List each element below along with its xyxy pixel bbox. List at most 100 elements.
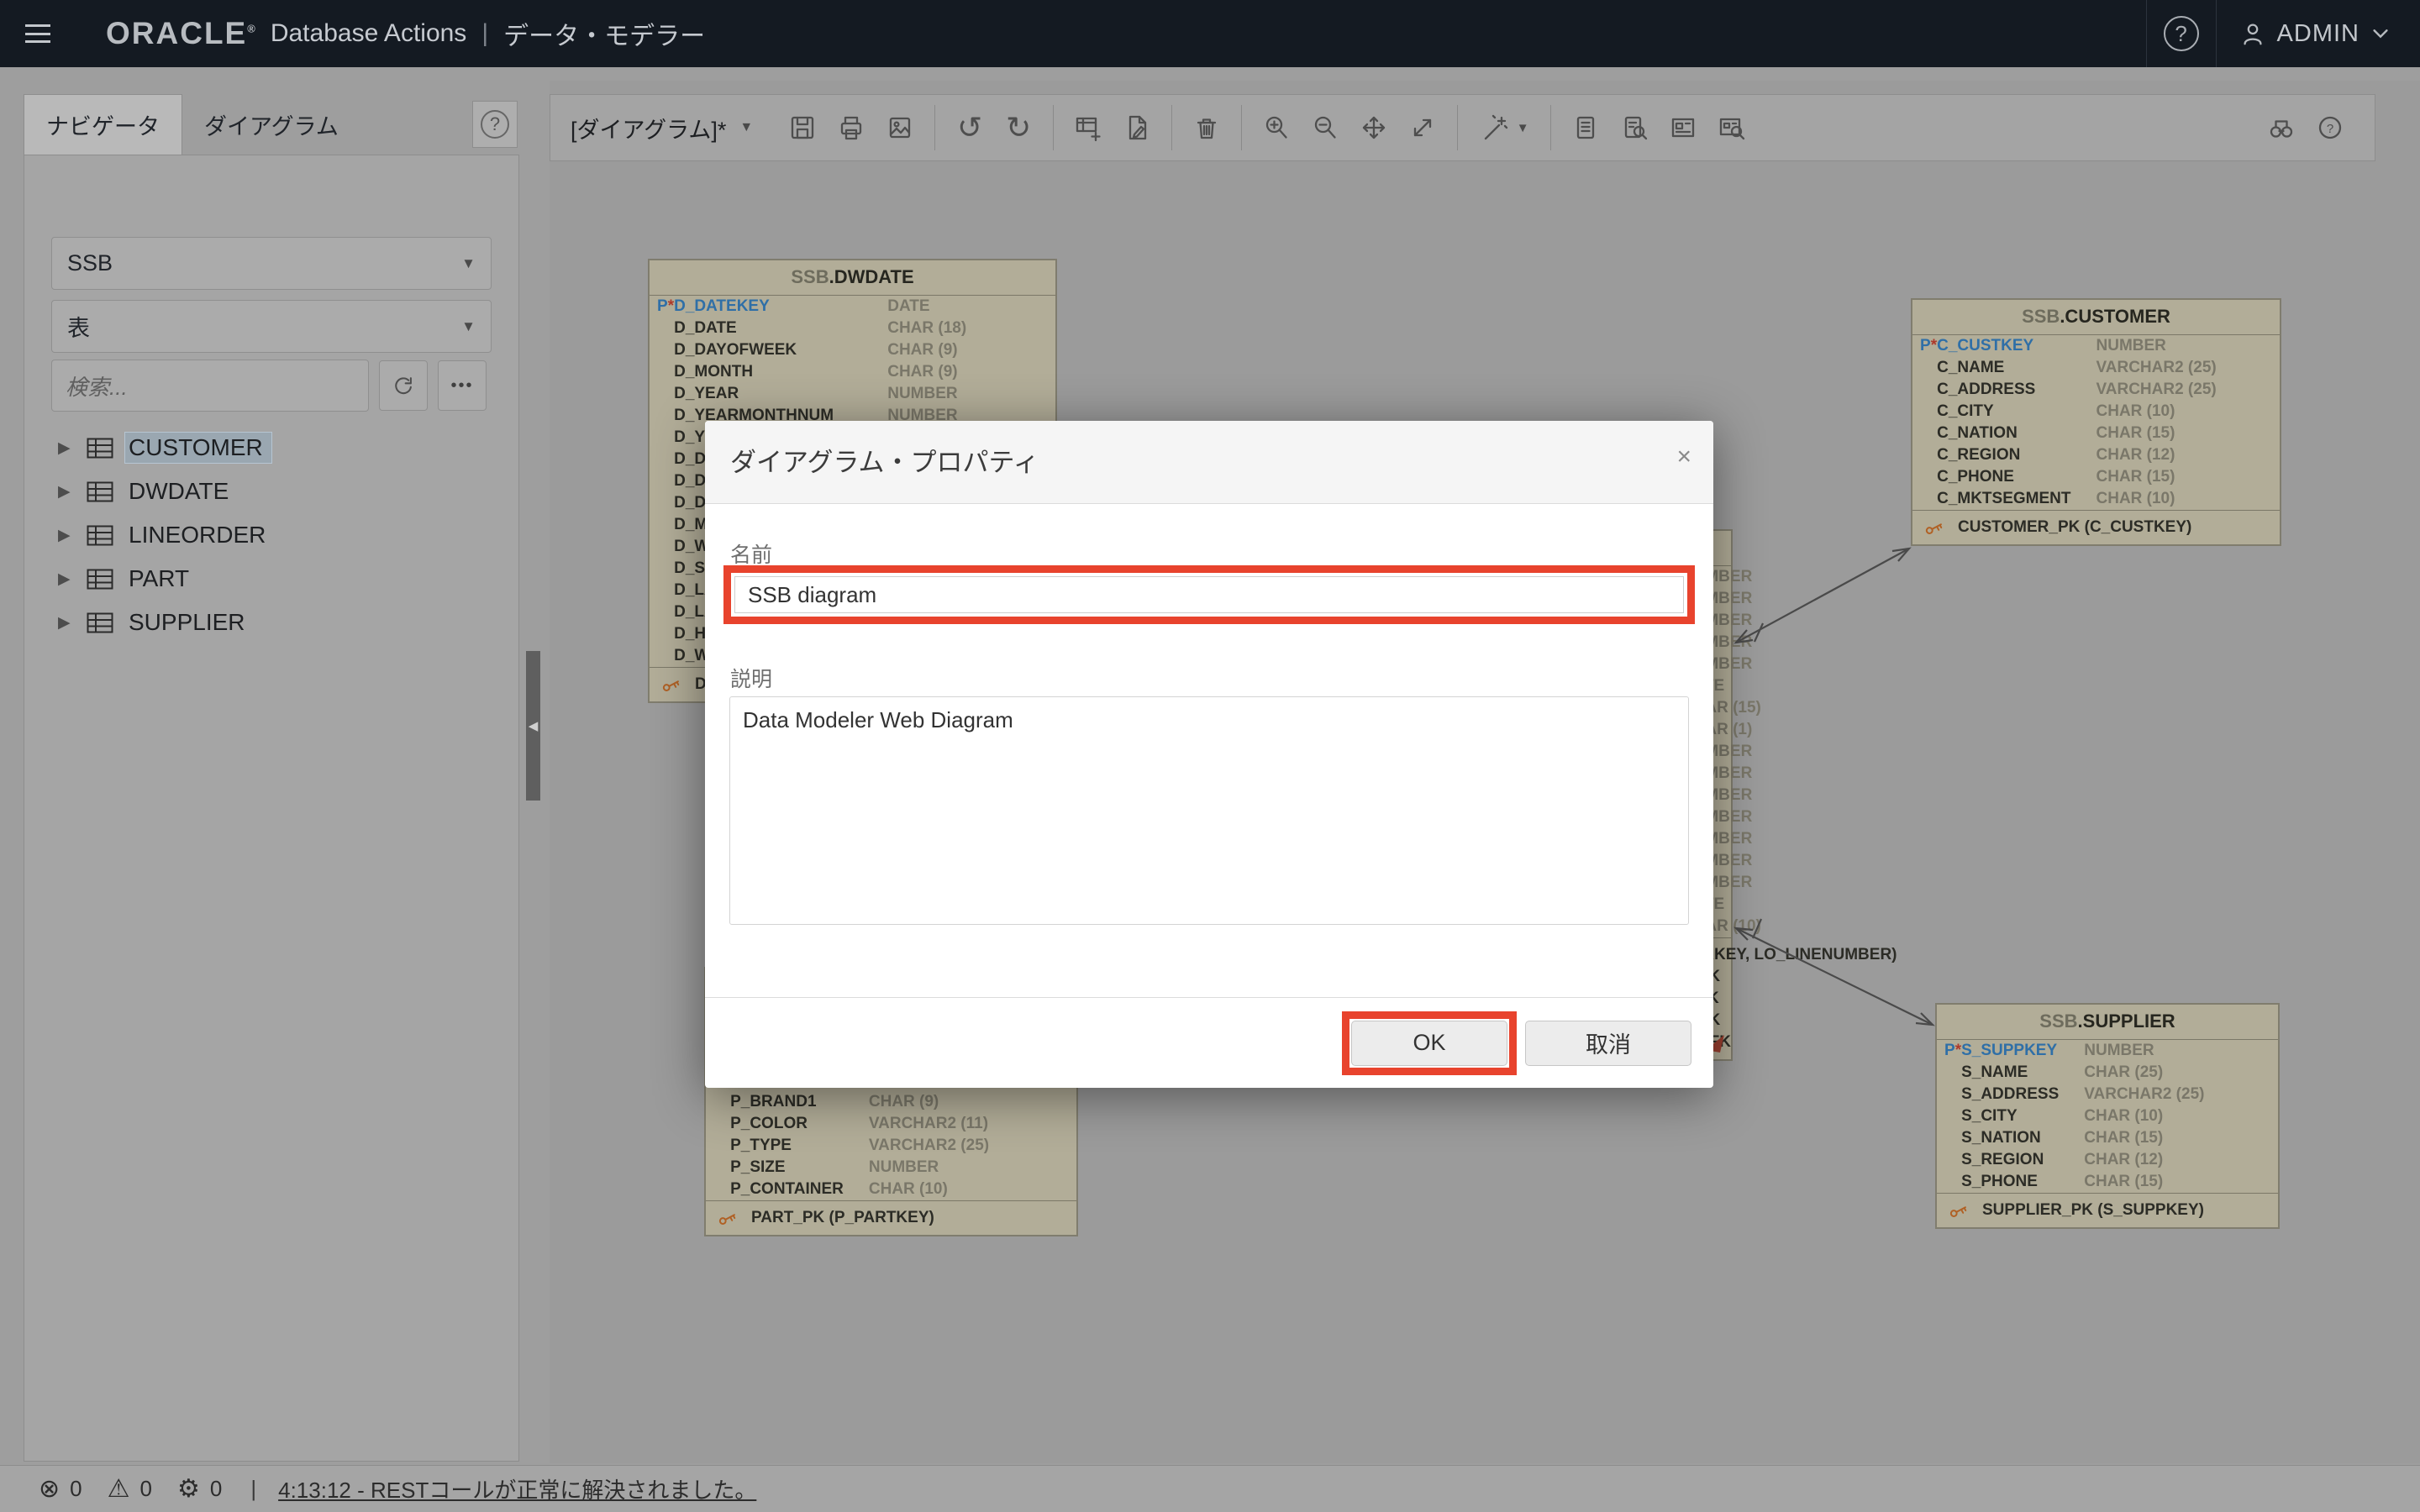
entity-customer[interactable]: SSB.CUSTOMERP*C_CUSTKEYNUMBERC_NAMEVARCH…	[1911, 298, 2281, 546]
ok-button[interactable]: OK	[1351, 1021, 1507, 1066]
entity-columns: P*C_CUSTKEYNUMBERC_NAMEVARCHAR2 (25)C_AD…	[1912, 335, 2280, 510]
pan-button[interactable]	[1349, 101, 1398, 155]
pk-marker	[1937, 1171, 1955, 1193]
navigator-help-button[interactable]: ?	[472, 101, 518, 148]
cancel-button[interactable]: 取消	[1525, 1021, 1691, 1066]
sidebar-table-lineorder[interactable]: ▶LINEORDER	[24, 513, 518, 557]
pk-marker	[1912, 423, 1931, 444]
undo-button[interactable]: ↺	[945, 101, 994, 155]
tab-navigator[interactable]: ナビゲータ	[24, 94, 182, 155]
required-marker	[1931, 357, 1937, 379]
entity-column-row: C_MKTSEGMENTCHAR (10)	[1912, 488, 2280, 510]
edit-button[interactable]	[1113, 101, 1161, 155]
pk-marker	[706, 1091, 724, 1113]
pk-marker	[650, 470, 668, 492]
pk-marker	[650, 645, 668, 667]
diagram-help-button[interactable]: ?	[2306, 101, 2354, 155]
column-name: D_DAYOFWEEK	[674, 339, 887, 361]
resize-icon	[1407, 113, 1438, 143]
chevron-down-icon: ▼	[461, 255, 476, 272]
description-textarea[interactable]: Data Modeler Web Diagram	[729, 696, 1689, 925]
table-icon	[87, 481, 113, 502]
print-button[interactable]	[827, 101, 876, 155]
ddl-preview-button[interactable]	[1659, 101, 1707, 155]
toolbar-separator	[1241, 105, 1242, 150]
name-input[interactable]	[734, 576, 1684, 613]
object-type-value: 表	[67, 310, 90, 343]
pk-marker	[706, 1113, 724, 1135]
user-menu[interactable]: ADMIN	[2217, 19, 2420, 48]
expand-arrow-icon[interactable]: ▶	[58, 438, 87, 458]
export-image-button[interactable]	[876, 101, 924, 155]
entity-column-row: C_PHONECHAR (15)	[1912, 466, 2280, 488]
delete-button[interactable]	[1182, 101, 1231, 155]
column-name: S_ADDRESS	[1961, 1084, 2084, 1105]
column-name: S_PHONE	[1961, 1171, 2084, 1193]
pk-marker	[650, 383, 668, 405]
expand-arrow-icon[interactable]: ▶	[58, 570, 87, 589]
column-name: D_DATE	[674, 318, 887, 339]
required-marker	[724, 1113, 730, 1135]
find-in-diagram-button[interactable]	[2257, 101, 2306, 155]
tab-diagram[interactable]: ダイアグラム	[182, 94, 360, 155]
pk-marker	[650, 601, 668, 623]
sidebar-table-part[interactable]: ▶PART	[24, 557, 518, 601]
zoom-in-button[interactable]	[1252, 101, 1301, 155]
gear-icon: ⚙	[177, 1474, 200, 1504]
fit-screen-button[interactable]	[1398, 101, 1447, 155]
save-button[interactable]	[778, 101, 827, 155]
toolbar-separator	[1171, 105, 1172, 150]
entity-keys: PART_PK (P_PARTKEY)	[706, 1200, 1076, 1235]
pk-marker	[650, 536, 668, 558]
zoom-out-button[interactable]	[1301, 101, 1349, 155]
report-search-button[interactable]	[1610, 101, 1659, 155]
auto-layout-menu[interactable]: ▼	[1468, 101, 1540, 155]
header-help-button[interactable]: ?	[2147, 0, 2216, 67]
warning-count: 0	[140, 1476, 152, 1502]
redo-button[interactable]: ↻	[994, 101, 1043, 155]
help-icon: ?	[481, 110, 509, 139]
required-marker	[1931, 401, 1937, 423]
sidebar-table-customer[interactable]: ▶CUSTOMER	[24, 426, 518, 470]
sidebar-table-supplier[interactable]: ▶SUPPLIER	[24, 601, 518, 644]
column-type: NUMBER	[887, 383, 1055, 405]
column-name: S_SUPPKEY	[1961, 1040, 2084, 1062]
refresh-button[interactable]	[379, 360, 428, 411]
expand-arrow-icon[interactable]: ▶	[58, 526, 87, 545]
expand-arrow-icon[interactable]: ▶	[58, 613, 87, 633]
ddl-search-button[interactable]	[1707, 101, 1756, 155]
name-annotation-box	[723, 565, 1695, 624]
entity-keys: SUPPLIER_PK (S_SUPPKEY)	[1937, 1193, 2278, 1227]
column-name: C_NAME	[1937, 357, 2096, 379]
entity-supplier[interactable]: SSB.SUPPLIERP*S_SUPPKEYNUMBERS_NAMECHAR …	[1935, 1003, 2280, 1229]
entity-column-row: S_NAMECHAR (25)	[1937, 1062, 2278, 1084]
pk-marker	[650, 514, 668, 536]
add-table-button[interactable]	[1064, 101, 1113, 155]
sidebar-table-dwdate[interactable]: ▶DWDATE	[24, 470, 518, 513]
status-divider: |	[250, 1476, 256, 1502]
entity-title: SSB.DWDATE	[650, 260, 1055, 296]
sidebar-collapse-handle[interactable]: ◀	[526, 651, 540, 801]
report-button[interactable]	[1561, 101, 1610, 155]
schema-select[interactable]: SSB ▼	[51, 237, 492, 290]
close-icon[interactable]: ×	[1676, 444, 1691, 470]
search-input[interactable]: 検索...	[51, 360, 369, 412]
column-name: S_NATION	[1961, 1127, 2084, 1149]
pk-marker	[650, 449, 668, 470]
diagram-name-menu[interactable]: [ダイアグラム]* ▼	[571, 112, 753, 144]
pk-marker	[650, 558, 668, 580]
report-icon	[1570, 113, 1601, 143]
column-type: CHAR (12)	[2084, 1149, 2278, 1171]
object-type-select[interactable]: 表 ▼	[51, 300, 492, 353]
key-row: SUPPLIER_PK (S_SUPPKEY)	[1937, 1200, 2278, 1221]
required-marker	[668, 470, 674, 492]
pk-marker	[650, 492, 668, 514]
diagram-toolbar: [ダイアグラム]* ▼ ↺ ↻ ▼	[550, 94, 2375, 161]
save-icon	[787, 113, 818, 143]
status-message-link[interactable]: 4:13:12 - RESTコールが正常に解決されました。	[278, 1473, 756, 1504]
expand-arrow-icon[interactable]: ▶	[58, 482, 87, 501]
column-type: VARCHAR2 (25)	[869, 1135, 1076, 1157]
zoom-in-icon	[1261, 113, 1292, 143]
more-options-button[interactable]: •••	[438, 360, 487, 411]
hamburger-menu-icon[interactable]	[25, 24, 50, 43]
